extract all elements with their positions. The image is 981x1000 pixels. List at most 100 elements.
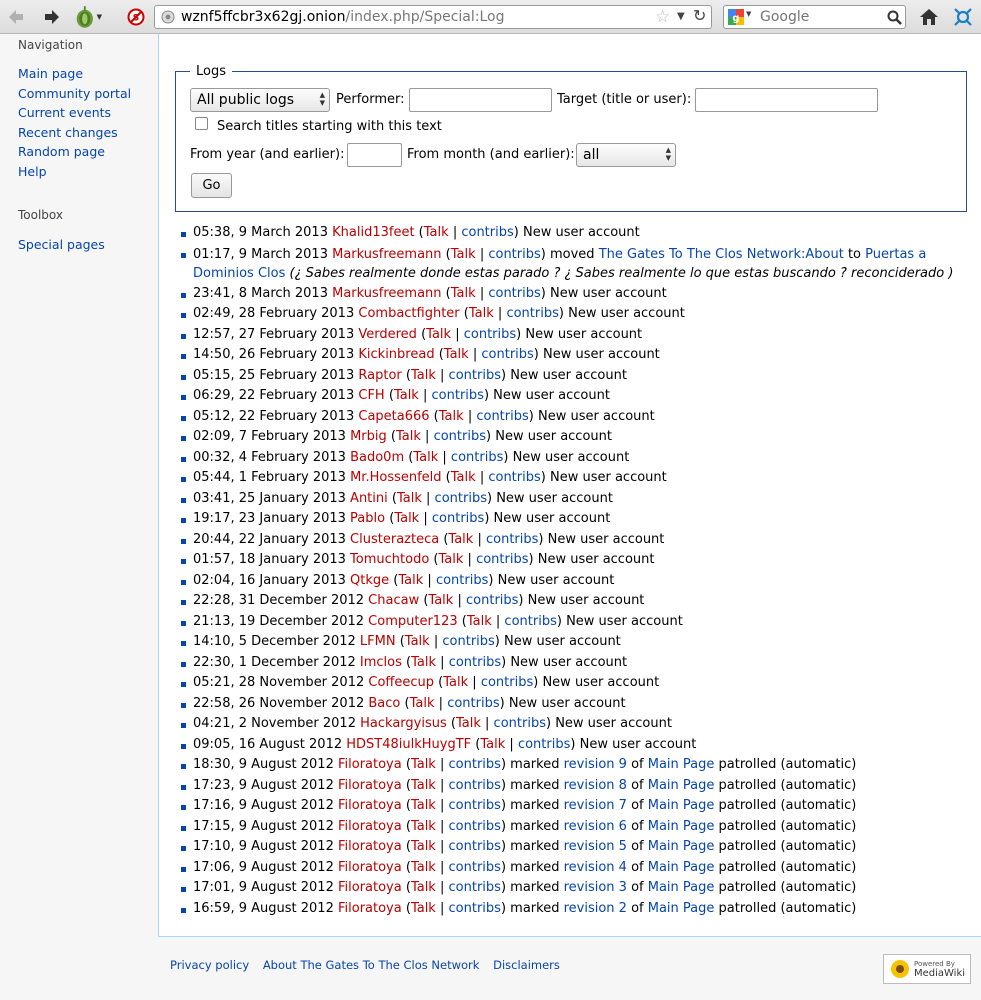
noscript-button[interactable]: S	[124, 5, 148, 29]
user-talk-link[interactable]: Talk	[411, 798, 436, 813]
user-contribs-link[interactable]: contribs	[449, 655, 501, 670]
page-link[interactable]: Main Page	[648, 778, 715, 793]
log-user-link[interactable]: Capeta666	[358, 409, 429, 424]
year-input[interactable]	[347, 143, 402, 167]
user-talk-link[interactable]: Talk	[443, 675, 468, 690]
user-talk-link[interactable]: Talk	[411, 778, 436, 793]
log-user-link[interactable]: Markusfreemann	[332, 247, 441, 262]
user-contribs-link[interactable]: contribs	[449, 757, 501, 772]
user-talk-link[interactable]: Talk	[451, 286, 476, 301]
user-talk-link[interactable]: Talk	[439, 409, 464, 424]
user-contribs-link[interactable]: contribs	[436, 573, 488, 588]
user-talk-link[interactable]: Talk	[451, 470, 476, 485]
log-user-link[interactable]: Filoratoya	[338, 819, 402, 834]
powered-by-mediawiki-badge[interactable]: Powered By MediaWiki	[883, 954, 971, 984]
user-talk-link[interactable]: Talk	[469, 306, 494, 321]
log-user-link[interactable]: Antini	[350, 491, 388, 506]
user-talk-link[interactable]: Talk	[467, 614, 492, 629]
sidebar-link-special-pages[interactable]: Special pages	[18, 237, 105, 252]
log-user-link[interactable]: Kickinbread	[358, 347, 434, 362]
revision-link[interactable]: revision 5	[564, 839, 627, 854]
log-user-link[interactable]: Mrbig	[350, 429, 387, 444]
user-talk-link[interactable]: Talk	[411, 880, 436, 895]
log-user-link[interactable]: Filoratoya	[338, 901, 402, 916]
user-contribs-link[interactable]: contribs	[494, 716, 546, 731]
log-user-link[interactable]: Baco	[368, 696, 400, 711]
user-contribs-link[interactable]: contribs	[449, 798, 501, 813]
user-contribs-link[interactable]: contribs	[476, 409, 528, 424]
user-contribs-link[interactable]: contribs	[488, 247, 540, 262]
sidebar-link-help[interactable]: Help	[18, 164, 47, 179]
user-talk-link[interactable]: Talk	[397, 491, 422, 506]
log-user-link[interactable]: Clusterazteca	[350, 532, 439, 547]
log-user-link[interactable]: Filoratoya	[338, 880, 402, 895]
log-user-link[interactable]: Chacaw	[368, 593, 419, 608]
log-user-link[interactable]: Pablo	[350, 511, 385, 526]
user-talk-link[interactable]: Talk	[411, 839, 436, 854]
log-user-link[interactable]: Qtkge	[350, 573, 389, 588]
go-button[interactable]: Go	[191, 173, 232, 198]
url-dropdown-icon[interactable]: ▼	[677, 6, 685, 28]
page-link[interactable]: Main Page	[648, 860, 715, 875]
revision-link[interactable]: revision 8	[564, 778, 627, 793]
user-talk-link[interactable]: Talk	[426, 327, 451, 342]
sidebar-link-community-portal[interactable]: Community portal	[18, 86, 131, 101]
engine-dropdown-icon[interactable]: ▼	[746, 10, 751, 18]
url-bar[interactable]: wznf5ffcbr3x62gj.onion/index.php/Special…	[154, 5, 712, 29]
user-contribs-link[interactable]: contribs	[434, 429, 486, 444]
footer-link-about[interactable]: About The Gates To The Clos Network	[263, 958, 480, 972]
revision-link[interactable]: revision 4	[564, 860, 627, 875]
log-user-link[interactable]: Filoratoya	[338, 798, 402, 813]
log-user-link[interactable]: Computer123	[368, 614, 457, 629]
footer-link-disclaimers[interactable]: Disclaimers	[493, 958, 560, 972]
user-contribs-link[interactable]: contribs	[461, 225, 513, 240]
log-user-link[interactable]: Bado0m	[350, 450, 404, 465]
user-talk-link[interactable]: Talk	[413, 450, 438, 465]
user-contribs-link[interactable]: contribs	[449, 901, 501, 916]
user-contribs-link[interactable]: contribs	[442, 634, 494, 649]
log-user-link[interactable]: Markusfreemann	[332, 286, 441, 301]
user-contribs-link[interactable]: contribs	[432, 511, 484, 526]
revision-link[interactable]: revision 2	[564, 901, 627, 916]
log-user-link[interactable]: Coffeecup	[368, 675, 434, 690]
magnifier-icon[interactable]	[887, 10, 902, 25]
log-user-link[interactable]: Filoratoya	[338, 860, 402, 875]
home-button[interactable]	[917, 5, 941, 29]
user-contribs-link[interactable]: contribs	[449, 860, 501, 875]
log-user-link[interactable]: Imclos	[360, 655, 402, 670]
user-contribs-link[interactable]: contribs	[488, 286, 540, 301]
user-contribs-link[interactable]: contribs	[481, 347, 533, 362]
user-talk-link[interactable]: Talk	[394, 388, 419, 403]
user-contribs-link[interactable]: contribs	[466, 593, 518, 608]
user-talk-link[interactable]: Talk	[411, 819, 436, 834]
log-user-link[interactable]: Mr.Hossenfeld	[350, 470, 441, 485]
log-user-link[interactable]: Combactfighter	[358, 306, 459, 321]
log-user-link[interactable]: Khalid13feet	[332, 225, 414, 240]
user-talk-link[interactable]: Talk	[439, 552, 464, 567]
page-link[interactable]: Main Page	[648, 819, 715, 834]
log-user-link[interactable]: Filoratoya	[338, 778, 402, 793]
log-user-link[interactable]: CFH	[358, 388, 384, 403]
log-user-link[interactable]: Hackargyisus	[360, 716, 447, 731]
log-user-link[interactable]: Filoratoya	[338, 839, 402, 854]
revision-link[interactable]: revision 3	[564, 880, 627, 895]
user-talk-link[interactable]: Talk	[411, 860, 436, 875]
footer-link-privacy[interactable]: Privacy policy	[170, 958, 249, 972]
back-button[interactable]	[4, 5, 28, 29]
page-link[interactable]: Main Page	[648, 901, 715, 916]
revision-link[interactable]: revision 7	[564, 798, 627, 813]
bookmark-star-icon[interactable]: ☆	[655, 6, 670, 28]
user-talk-link[interactable]: Talk	[451, 247, 476, 262]
performer-input[interactable]	[409, 88, 552, 112]
user-talk-link[interactable]: Talk	[394, 511, 419, 526]
log-user-link[interactable]: HDST48iulkHuygTF	[346, 737, 471, 752]
moved-from-link[interactable]: The Gates To The Clos Network:About	[599, 247, 844, 262]
user-contribs-link[interactable]: contribs	[449, 819, 501, 834]
target-input[interactable]	[695, 88, 878, 112]
user-contribs-link[interactable]: contribs	[504, 614, 556, 629]
user-contribs-link[interactable]: contribs	[488, 470, 540, 485]
user-contribs-link[interactable]: contribs	[476, 552, 528, 567]
user-talk-link[interactable]: Talk	[405, 634, 430, 649]
revision-link[interactable]: revision 6	[564, 819, 627, 834]
month-select[interactable]: all ▲ ▼	[576, 143, 676, 167]
